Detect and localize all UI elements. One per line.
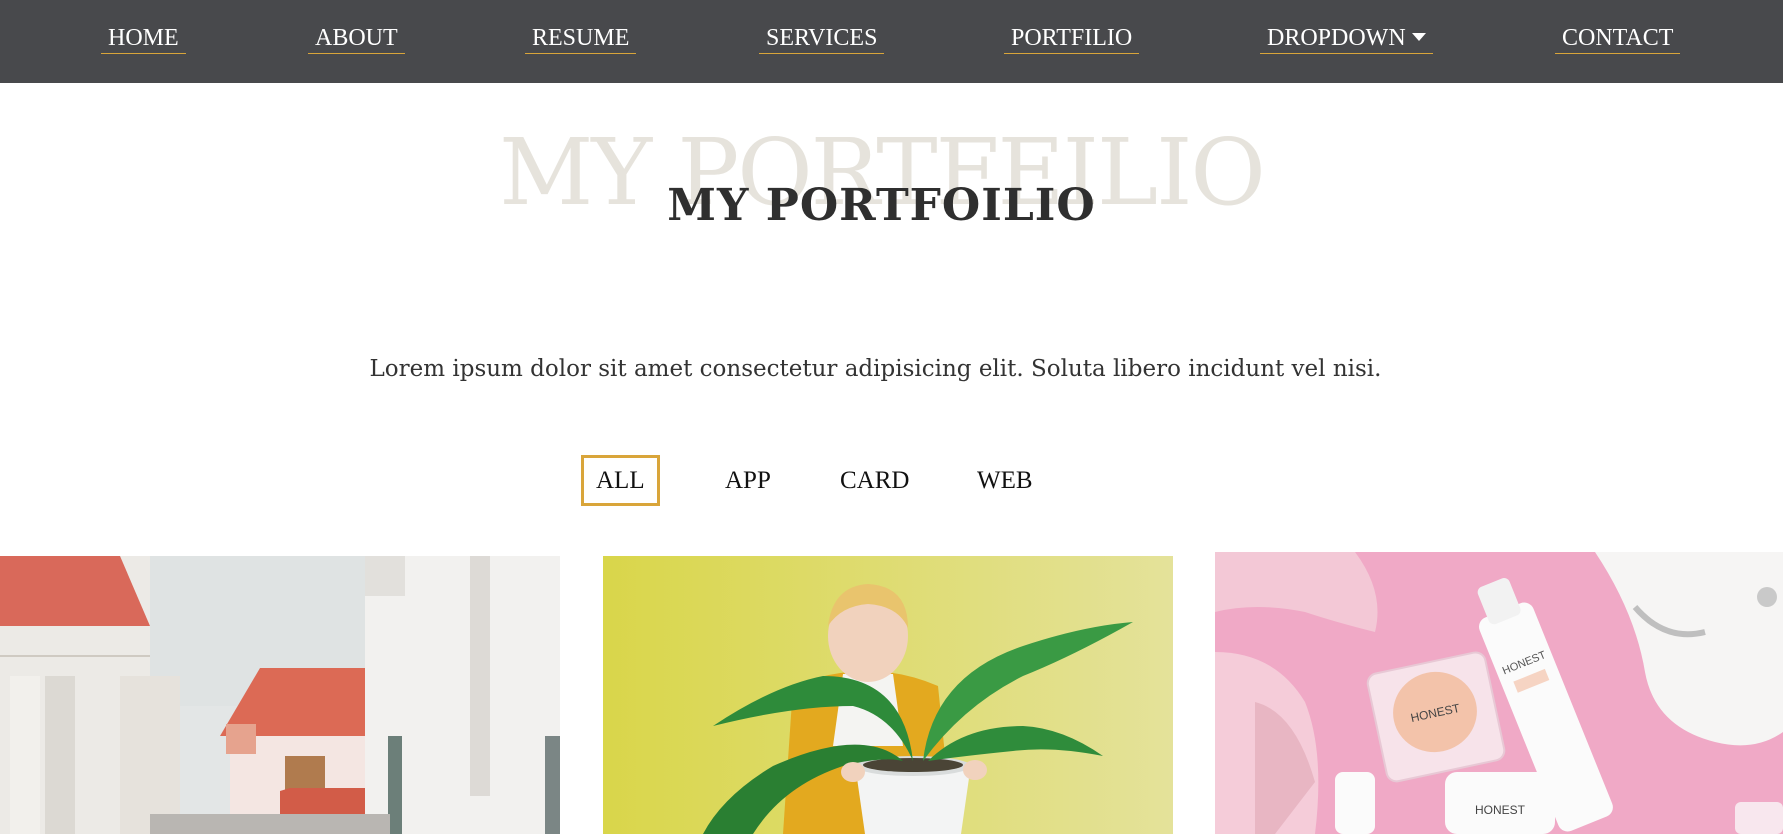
filter-app-button[interactable]: APP (725, 455, 771, 506)
portfolio-item-boy-plant[interactable] (603, 556, 1173, 834)
caret-down-icon (1411, 33, 1426, 42)
portfolio-item-cosmetics[interactable]: HONEST HONEST HONEST (1215, 552, 1783, 834)
portfolio-item-houses[interactable] (0, 556, 560, 834)
nav-about-link[interactable]: ABOUT (308, 24, 405, 54)
houses-street-image (0, 556, 560, 834)
page-title: MY PORTFOILIO (667, 180, 1096, 231)
nav-portfolio-link[interactable]: PORTFILIO (1004, 24, 1140, 54)
section-subtitle: Lorem ipsum dolor sit amet consectetur a… (369, 356, 1382, 382)
nav-dropdown-label: DROPDOWN (1267, 25, 1406, 51)
nav-contact-link[interactable]: CONTACT (1555, 24, 1681, 54)
brand-text-jar: HONEST (1475, 803, 1526, 817)
nav-home-link[interactable]: HOME (101, 24, 186, 54)
top-navbar: HOME ABOUT RESUME SERVICES PORTFILIO DRO… (0, 0, 1783, 83)
nav-resume-link[interactable]: RESUME (525, 24, 637, 54)
filter-web-button[interactable]: WEB (977, 455, 1033, 506)
filter-card-button[interactable]: CARD (840, 455, 909, 506)
nav-dropdown-toggle[interactable]: DROPDOWN (1260, 24, 1433, 54)
cosmetics-flatlay-image: HONEST HONEST HONEST (1215, 552, 1783, 834)
filter-all-button[interactable]: ALL (581, 455, 660, 506)
boy-with-plant-image (603, 556, 1173, 834)
nav-services-link[interactable]: SERVICES (759, 24, 885, 54)
